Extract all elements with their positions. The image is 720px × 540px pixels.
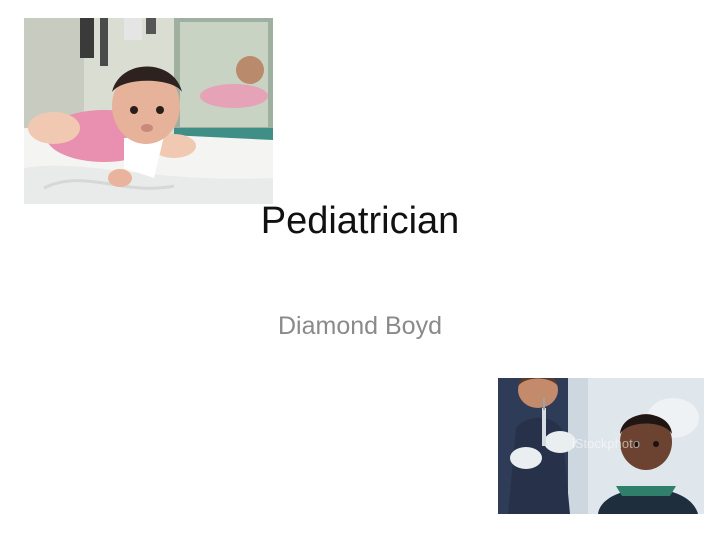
- slide-title: Pediatrician: [260, 200, 460, 242]
- watermark-text: iStockphoto: [572, 436, 640, 451]
- baby-photo-icon: [24, 18, 273, 204]
- child-vaccination-photo-icon: iStockphoto: [498, 378, 704, 514]
- slide: Pediatrician Diamond Boyd iStockphoto: [0, 0, 720, 540]
- slide-subtitle: Diamond Boyd: [278, 312, 442, 340]
